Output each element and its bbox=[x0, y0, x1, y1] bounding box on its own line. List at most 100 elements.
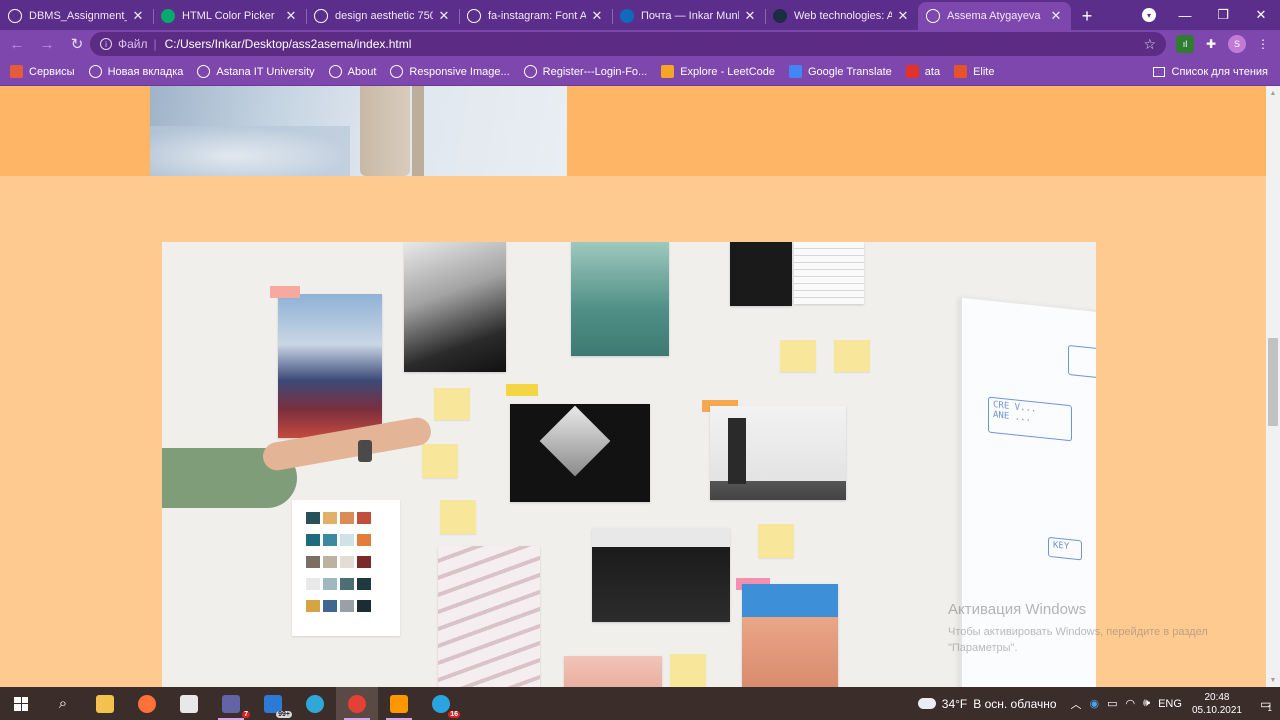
taskbar-telegram[interactable]: 16 bbox=[420, 687, 462, 720]
clock[interactable]: 20:48 05.10.2021 bbox=[1192, 691, 1242, 717]
back-button[interactable]: ← bbox=[4, 31, 30, 57]
teams-icon: 7 bbox=[222, 694, 250, 718]
taskbar-firefox[interactable] bbox=[126, 687, 168, 720]
new-tab-button[interactable]: + bbox=[1071, 2, 1103, 30]
browser-tab[interactable]: Почта — Inkar Munbi ✕ bbox=[612, 2, 765, 30]
moodboard-photo-dark bbox=[730, 242, 792, 306]
bookmark-item[interactable]: Новая вкладка bbox=[88, 65, 183, 78]
language-indicator[interactable]: ENG bbox=[1158, 698, 1182, 710]
browser-tab[interactable]: Assema Atygayeva ✕ bbox=[918, 2, 1071, 30]
bookmark-item[interactable]: About bbox=[328, 65, 376, 78]
top-section-image bbox=[150, 86, 567, 176]
bookmark-item[interactable]: Explore - LeetCode bbox=[661, 65, 775, 78]
store-icon bbox=[180, 694, 198, 713]
globe-icon bbox=[926, 9, 940, 23]
minimize-icon[interactable]: — bbox=[1166, 8, 1204, 23]
close-tab-icon[interactable]: ✕ bbox=[284, 8, 298, 24]
wifi-icon[interactable]: ◠ bbox=[1126, 697, 1136, 710]
bookmark-item[interactable]: Elite bbox=[954, 65, 994, 78]
page-scrollbar[interactable]: ▲ ▼ bbox=[1266, 86, 1280, 687]
address-scheme: Файл bbox=[118, 37, 148, 51]
browser-tab[interactable]: fa-instagram: Font Aw ✕ bbox=[459, 2, 612, 30]
notification-center-button[interactable]: ▭ 1 bbox=[1252, 687, 1280, 720]
browser-tab[interactable]: design aesthetic 750x ✕ bbox=[306, 2, 459, 30]
close-tab-icon[interactable]: ✕ bbox=[896, 8, 910, 24]
battery-icon[interactable]: ▭ bbox=[1107, 697, 1117, 710]
history-icon bbox=[390, 65, 404, 78]
profile-avatar[interactable]: S bbox=[1228, 35, 1246, 53]
chevron-up-icon[interactable]: ︿ bbox=[1071, 696, 1082, 712]
moodboard-photo-pink bbox=[564, 656, 662, 687]
bookmark-item[interactable]: ata bbox=[905, 65, 941, 78]
w3schools-icon bbox=[161, 9, 175, 23]
weather-widget[interactable]: 34°F В осн. облачно bbox=[913, 694, 1057, 711]
extension-icon[interactable]: ıl bbox=[1176, 35, 1194, 53]
moodboard-photo-building bbox=[742, 584, 838, 687]
bookmark-label: ata bbox=[924, 65, 941, 78]
close-tab-icon[interactable]: ✕ bbox=[743, 8, 757, 24]
moodboard-photo-doorway bbox=[710, 406, 846, 500]
bookmark-item[interactable]: Сервисы bbox=[10, 65, 75, 78]
moodboard-photo-city bbox=[278, 294, 382, 438]
close-window-icon[interactable]: ✕ bbox=[1242, 7, 1280, 23]
scrollbar-thumb[interactable] bbox=[1268, 338, 1278, 426]
taskbar-teams[interactable]: 7 bbox=[210, 687, 252, 720]
telegram-icon: 16 bbox=[432, 694, 460, 718]
browser-tab[interactable]: DBMS_Assignment_4.j ✕ bbox=[0, 2, 153, 30]
tab-search-icon[interactable]: ▾ bbox=[1142, 8, 1156, 22]
maximize-icon[interactable]: ❐ bbox=[1204, 7, 1242, 23]
menu-kebab-icon[interactable]: ⋮ bbox=[1254, 35, 1272, 53]
bookmark-item[interactable]: Google Translate bbox=[789, 65, 892, 78]
moodboard-photo-bridge bbox=[510, 404, 650, 502]
scroll-up-icon[interactable]: ▲ bbox=[1266, 86, 1280, 100]
system-tray: 34°F В осн. облачно ︿ ◉ ▭ ◠ 🕪 ENG 20:48 … bbox=[913, 687, 1280, 720]
browser-tab[interactable]: Web technologies: As ✕ bbox=[765, 2, 918, 30]
clock-time: 20:48 bbox=[1204, 691, 1230, 703]
bookmark-item[interactable]: Astana IT University bbox=[197, 65, 315, 78]
close-tab-icon[interactable]: ✕ bbox=[1049, 8, 1063, 24]
weather-desc: В осн. облачно bbox=[973, 696, 1057, 711]
reading-list-icon bbox=[1152, 67, 1165, 77]
windows-activation-title: Активация Windows bbox=[948, 601, 1087, 618]
bookmark-item[interactable]: Register---Login-Fo... bbox=[523, 65, 647, 78]
taskbar-store[interactable] bbox=[168, 687, 210, 720]
forward-button[interactable]: → bbox=[34, 31, 60, 57]
taskbar-chrome[interactable] bbox=[336, 687, 378, 720]
volume-icon[interactable]: 🕪 bbox=[1143, 697, 1150, 710]
sublime-icon bbox=[390, 694, 408, 713]
address-bar[interactable]: i Файл | C:/Users/Inkar/Desktop/ass2asem… bbox=[90, 32, 1166, 56]
apps-grid-icon bbox=[10, 65, 23, 78]
reading-list-button[interactable]: Список для чтения bbox=[1152, 58, 1268, 86]
close-tab-icon[interactable]: ✕ bbox=[437, 8, 451, 24]
address-url[interactable]: C:/Users/Inkar/Desktop/ass2asema/index.h… bbox=[165, 37, 412, 51]
moodboard-color-palette bbox=[292, 500, 400, 636]
bookmark-star-icon[interactable]: ☆ bbox=[1143, 36, 1156, 53]
taskbar-sublime-text[interactable] bbox=[378, 687, 420, 720]
sync-icon[interactable]: ◉ bbox=[1090, 697, 1100, 710]
browser-tab[interactable]: HTML Color Picker ✕ bbox=[153, 2, 306, 30]
app-badge: 99+ bbox=[276, 710, 292, 718]
moodboard-photo-hands bbox=[571, 242, 669, 356]
scroll-down-icon[interactable]: ▼ bbox=[1266, 673, 1280, 687]
reload-button[interactable]: ↻ bbox=[64, 31, 90, 57]
tab-title: design aesthetic 750x bbox=[335, 10, 433, 22]
start-button[interactable] bbox=[0, 687, 42, 720]
search-button[interactable]: ⌕ bbox=[42, 687, 84, 720]
info-icon[interactable]: i bbox=[100, 38, 112, 50]
taskbar-edge[interactable] bbox=[294, 687, 336, 720]
mail-icon: 99+ bbox=[264, 694, 292, 718]
github-icon bbox=[523, 65, 537, 78]
tab-title: fa-instagram: Font Aw bbox=[488, 10, 586, 22]
toolbar-extensions: ıl ✚ S ⋮ bbox=[1176, 30, 1272, 58]
translate-icon bbox=[789, 65, 802, 78]
taskbar-mail[interactable]: 99+ bbox=[252, 687, 294, 720]
moodle-icon bbox=[773, 9, 787, 23]
puzzle-extensions-icon[interactable]: ✚ bbox=[1202, 35, 1220, 53]
cloud-sun-icon bbox=[913, 694, 936, 709]
taskbar-file-explorer[interactable] bbox=[84, 687, 126, 720]
globe-icon bbox=[328, 65, 342, 78]
close-tab-icon[interactable]: ✕ bbox=[590, 8, 604, 24]
edge-icon bbox=[306, 694, 324, 713]
bookmark-item[interactable]: Responsive Image... bbox=[390, 65, 510, 78]
close-tab-icon[interactable]: ✕ bbox=[131, 8, 145, 24]
